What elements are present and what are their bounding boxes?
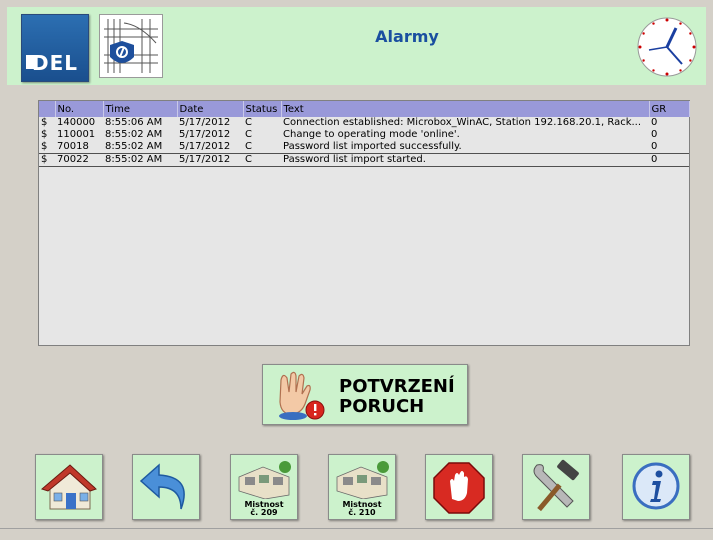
column-header-gr[interactable]: GR bbox=[649, 101, 690, 117]
cell-text: Change to operating mode 'online'. bbox=[283, 129, 460, 140]
room-210-button[interactable]: Mistnost č. 210 bbox=[328, 454, 396, 520]
cell-flag: $ bbox=[41, 129, 48, 140]
room-209-button[interactable]: Mistnost č. 209 bbox=[230, 454, 298, 520]
column-header-no[interactable]: No. bbox=[55, 101, 104, 117]
info-icon bbox=[632, 462, 680, 510]
cell-date: 5/17/2012 bbox=[177, 153, 243, 167]
cell-time: 8:55:06 AM bbox=[105, 117, 163, 128]
cell-no: 110001 bbox=[57, 129, 96, 140]
table-row[interactable]: $ 110001 8:55:02 AM 5/17/2012 C Change t… bbox=[39, 129, 689, 141]
back-button[interactable] bbox=[132, 454, 200, 520]
cell-time: 8:55:02 AM bbox=[105, 129, 163, 140]
cell-text: Password list imported successfully. bbox=[283, 141, 462, 152]
cell-status: C bbox=[245, 129, 252, 140]
cell-flag: $ bbox=[41, 117, 48, 128]
hand-warning-icon bbox=[271, 370, 329, 422]
table-row-selected[interactable]: $ 70022 8:55:02 AM 5/17/2012 C Password … bbox=[39, 153, 689, 167]
cell-gr: 0 bbox=[651, 117, 658, 128]
ack-label-line2: PORUCH bbox=[339, 396, 425, 417]
back-arrow-icon bbox=[139, 463, 185, 510]
room-icon bbox=[336, 461, 389, 499]
header-bar: DEL Alarmy bbox=[7, 7, 706, 85]
home-button[interactable] bbox=[35, 454, 103, 520]
cell-text: Connection established: Microbox_WinAC, … bbox=[283, 117, 642, 128]
cell-date: 5/17/2012 bbox=[179, 141, 231, 152]
cell-time: 8:55:02 AM bbox=[103, 153, 177, 167]
tools-icon bbox=[533, 459, 579, 512]
cell-flag: $ bbox=[39, 153, 55, 167]
alarm-table: No. Time Date Status Text GR $ 140000 8:… bbox=[39, 101, 690, 167]
ack-label-line1: POTVRZENÍ bbox=[339, 376, 455, 397]
cell-text: Password list import started. bbox=[281, 153, 649, 167]
cell-time: 8:55:02 AM bbox=[105, 141, 163, 152]
cell-no: 140000 bbox=[57, 117, 96, 128]
del-logo: DEL bbox=[21, 14, 89, 82]
cell-gr: 0 bbox=[651, 129, 658, 140]
cell-gr: 0 bbox=[651, 141, 658, 152]
cell-status: C bbox=[243, 153, 281, 167]
table-row[interactable]: $ 140000 8:55:06 AM 5/17/2012 C Connecti… bbox=[39, 117, 689, 129]
stop-hand-icon bbox=[433, 462, 485, 514]
column-header-date[interactable]: Date bbox=[177, 101, 244, 117]
cell-no: 70022 bbox=[55, 153, 103, 167]
column-header-status[interactable]: Status bbox=[243, 101, 282, 117]
cell-gr: 0 bbox=[649, 153, 689, 167]
column-header-text[interactable]: Text bbox=[281, 101, 650, 117]
table-row[interactable]: $ 70018 8:55:02 AM 5/17/2012 C Password … bbox=[39, 141, 689, 154]
column-header-time[interactable]: Time bbox=[103, 101, 178, 117]
status-strip bbox=[0, 528, 713, 540]
cell-status: C bbox=[245, 117, 252, 128]
building-logo bbox=[99, 14, 163, 78]
cell-no: 70018 bbox=[57, 141, 89, 152]
cell-flag: $ bbox=[41, 141, 48, 152]
room-209-label-line2: č. 209 bbox=[250, 508, 278, 517]
room-icon bbox=[238, 461, 291, 499]
room-210-label-line2: č. 210 bbox=[348, 508, 376, 517]
settings-button[interactable] bbox=[522, 454, 590, 520]
page-title: Alarmy bbox=[375, 27, 439, 46]
cell-status: C bbox=[245, 141, 252, 152]
table-header-row: No. Time Date Status Text GR bbox=[39, 101, 690, 117]
clock-icon bbox=[634, 14, 700, 80]
stop-button[interactable] bbox=[425, 454, 493, 520]
cell-date: 5/17/2012 bbox=[179, 129, 231, 140]
info-button[interactable] bbox=[622, 454, 690, 520]
acknowledge-faults-button[interactable]: POTVRZENÍ PORUCH bbox=[262, 364, 468, 425]
cell-date: 5/17/2012 bbox=[179, 117, 231, 128]
house-icon bbox=[41, 464, 97, 510]
column-header-flag[interactable] bbox=[39, 101, 56, 117]
alarm-view[interactable]: No. Time Date Status Text GR $ 140000 8:… bbox=[38, 100, 690, 346]
